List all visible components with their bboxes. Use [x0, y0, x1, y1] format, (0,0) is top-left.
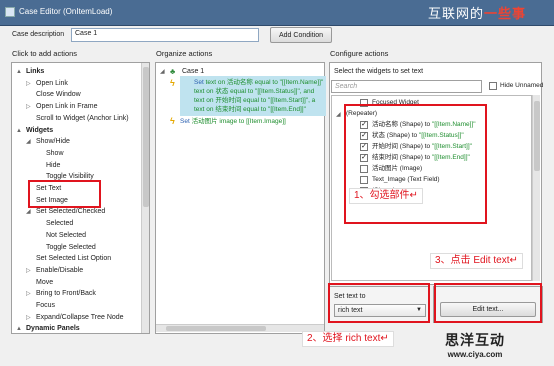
left-panel-header: Click to add actions [12, 49, 78, 58]
right-panel-header: Configure actions [330, 49, 389, 58]
widget-list-scrollbar[interactable] [532, 95, 540, 281]
expand-arrow-icon[interactable]: ▷ [26, 289, 31, 299]
expand-arrow-icon[interactable]: ▷ [26, 313, 31, 323]
action-bolt-icon: ϟ [170, 116, 175, 126]
hide-unnamed-label: Hide Unnamed [500, 82, 544, 89]
highlight-rich-text [328, 283, 430, 323]
title-bar: Case Editor (OnItemLoad) 互联网的一些事 [0, 0, 554, 26]
action-detail: 活动图片 image to [[Item.Image]] [191, 118, 286, 125]
action-item-label: Selected [46, 220, 74, 228]
action-item-label: Open Link in Frame [36, 103, 98, 111]
set-text-action-line: text on 结束时间 equal to "[[Item.End]]" [194, 105, 306, 114]
expand-arrow-icon[interactable]: ▲ [16, 67, 22, 77]
action-item-label: Show/Hide [36, 138, 70, 146]
expand-arrow-icon[interactable]: ▲ [16, 324, 22, 333]
highlight-edit-text [434, 283, 542, 323]
expand-arrow-icon[interactable]: ◢ [26, 137, 31, 147]
action-item-label: Bring to Front/Back [36, 290, 96, 298]
add-condition-button[interactable]: Add Condition [270, 27, 332, 43]
action-item-label: Close Window [36, 91, 81, 99]
expand-arrow-icon[interactable]: ▲ [16, 126, 22, 136]
action-bolt-icon: ϟ [170, 78, 175, 88]
highlight-set-text-image [28, 180, 101, 208]
expand-arrow-icon[interactable]: ▷ [26, 266, 31, 276]
widget-search-input[interactable]: Search [331, 80, 482, 93]
annotation-3: 3、点击 Edit text↵ [430, 253, 523, 269]
case-description-input[interactable]: Case 1 [71, 28, 259, 42]
action-item-label: Hide [46, 161, 61, 169]
watermark-top-prefix: 互联网的 [428, 7, 485, 22]
case-description-label: Case description [12, 31, 65, 38]
action-verb: Set [194, 79, 206, 86]
action-item-label: Open Link [36, 79, 68, 87]
action-detail: text on 结束时间 equal to "[[Item.End]]" [194, 106, 306, 113]
action-detail: text on 开始时间 equal to "[[Item.Start]]", … [194, 97, 316, 104]
action-item-label: Set Selected List Option [36, 255, 112, 263]
widget-list-scroll-thumb[interactable] [534, 101, 540, 171]
select-widgets-label: Select the widgets to set text [334, 68, 424, 75]
hide-unnamed-checkbox[interactable] [489, 82, 497, 90]
expand-arrow-icon[interactable]: ▷ [26, 79, 31, 89]
app-icon [5, 7, 15, 17]
watermark-bottom-url: www.ciya.com [447, 350, 503, 359]
set-image-action[interactable]: ϟ Set 活动图片 image to [[Item.Image]] [170, 116, 320, 126]
middle-panel-header: Organize actions [156, 49, 213, 58]
window-title: Case Editor (OnItemLoad) [19, 7, 113, 16]
action-item-label: Toggle Selected [46, 243, 96, 251]
set-text-action-line: text on 状态 equal to "[[Item.Status]]", a… [194, 87, 314, 96]
action-item-label: Dynamic Panels [26, 325, 80, 333]
set-text-action-line: text on 开始时间 equal to "[[Item.Start]]", … [194, 96, 315, 105]
action-item-label: Expand/Collapse Tree Node [36, 313, 124, 321]
action-item-label: Links [26, 68, 45, 75]
watermark-top: 互联网的一些事 [428, 3, 526, 22]
organize-h-scrollbar[interactable] [156, 324, 324, 332]
action-item-label: Enable/Disable [36, 266, 84, 274]
action-item-label: Show [46, 149, 64, 157]
expand-arrow-icon[interactable]: ▷ [26, 102, 31, 112]
action-detail: text on 活动名称 equal to "[[Item.Name]]" [205, 79, 324, 86]
watermark-bottom: 思洋互动 www.ciya.com [445, 330, 505, 359]
set-text-action[interactable]: ϟ Set text on 活动名称 equal to "[[Item.Name… [170, 76, 326, 116]
action-item-label: Move [36, 278, 54, 286]
actions-scroll-thumb[interactable] [143, 67, 149, 207]
set-text-action-line: Set text on 活动名称 equal to "[[Item.Name]]… [194, 78, 323, 87]
actions-scrollbar[interactable] [141, 63, 149, 333]
action-item-label: Scroll to Widget (Anchor Link) [36, 114, 129, 122]
highlight-widget-checkboxes [344, 104, 487, 224]
expand-arrow-icon[interactable]: ◢ [26, 207, 31, 217]
action-item-label: Focus [36, 302, 56, 309]
action-item-label: Widgets [26, 126, 54, 134]
collapse-arrow-icon[interactable]: ◢ [336, 111, 341, 118]
set-image-action-text: Set 活动图片 image to [[Item.Image]] [180, 117, 286, 126]
annotation-2: 2、选择 rich text↵ [302, 331, 394, 347]
action-item-label: Not Selected [46, 231, 87, 239]
collapse-arrow-icon[interactable]: ◢ [160, 67, 165, 77]
organize-h-thumb[interactable] [166, 326, 266, 331]
action-item-label: Set Selected/Checked [36, 208, 106, 216]
action-detail: text on 状态 equal to "[[Item.Status]]", a… [194, 88, 315, 95]
annotation-1: 1、勾选部件↵ [349, 188, 423, 204]
action-verb: Set [180, 118, 192, 125]
case-icon: ♣ [170, 67, 176, 76]
watermark-bottom-title: 思洋互动 [445, 333, 505, 349]
watermark-top-accent: 一些事 [484, 7, 527, 22]
